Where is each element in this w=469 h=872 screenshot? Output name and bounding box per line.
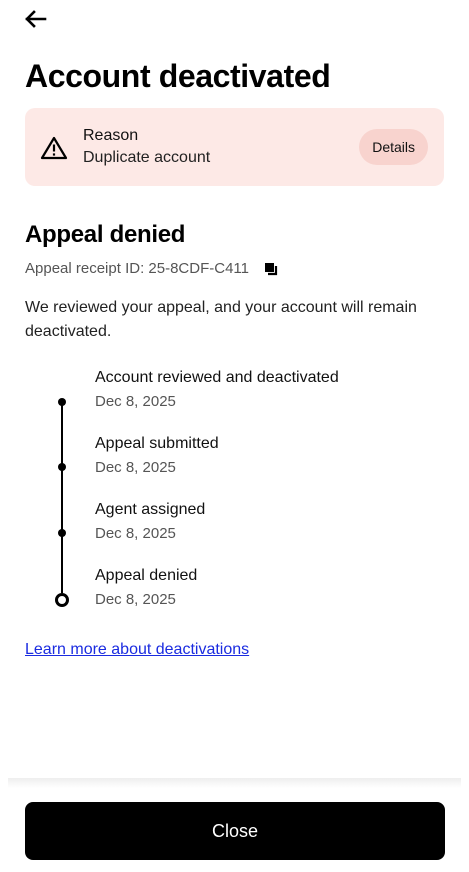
reason-card: Reason Duplicate account Details [25,108,444,186]
timeline-step-date: Dec 8, 2025 [95,591,176,608]
timeline-step-title: Appeal denied [95,567,198,584]
learn-more-link[interactable]: Learn more about deactivations [25,641,249,659]
details-button[interactable]: Details [359,129,428,165]
timeline-step-date: Dec 8, 2025 [95,459,176,476]
reason-label: Reason [83,127,139,144]
deactivation-screen: Account deactivated Reason Duplicate acc… [0,0,469,872]
footer-divider [8,778,461,788]
page-title: Account deactivated [25,58,331,94]
timeline-step-title: Appeal submitted [95,435,219,452]
timeline-current-marker [55,593,69,607]
arrow-left-icon [25,10,47,28]
copy-icon[interactable] [263,261,279,277]
timeline-connector [61,405,63,593]
close-button[interactable]: Close [25,802,445,860]
warning-triangle-icon [40,136,68,160]
timeline-step-date: Dec 8, 2025 [95,393,176,410]
timeline-dot [58,398,66,406]
appeal-receipt-row: Appeal receipt ID: 25-8CDF-C411 [25,260,279,277]
reason-value: Duplicate account [83,149,211,166]
timeline-step-title: Agent assigned [95,501,206,518]
timeline-step-title: Account reviewed and deactivated [95,369,339,386]
timeline-dot [58,463,66,471]
back-button[interactable] [20,4,50,34]
timeline-step-date: Dec 8, 2025 [95,525,176,542]
timeline-dot [58,529,66,537]
appeal-receipt-id: Appeal receipt ID: 25-8CDF-C411 [25,260,249,277]
appeal-status-title: Appeal denied [25,221,186,248]
appeal-description: We reviewed your appeal, and your accoun… [25,299,417,340]
